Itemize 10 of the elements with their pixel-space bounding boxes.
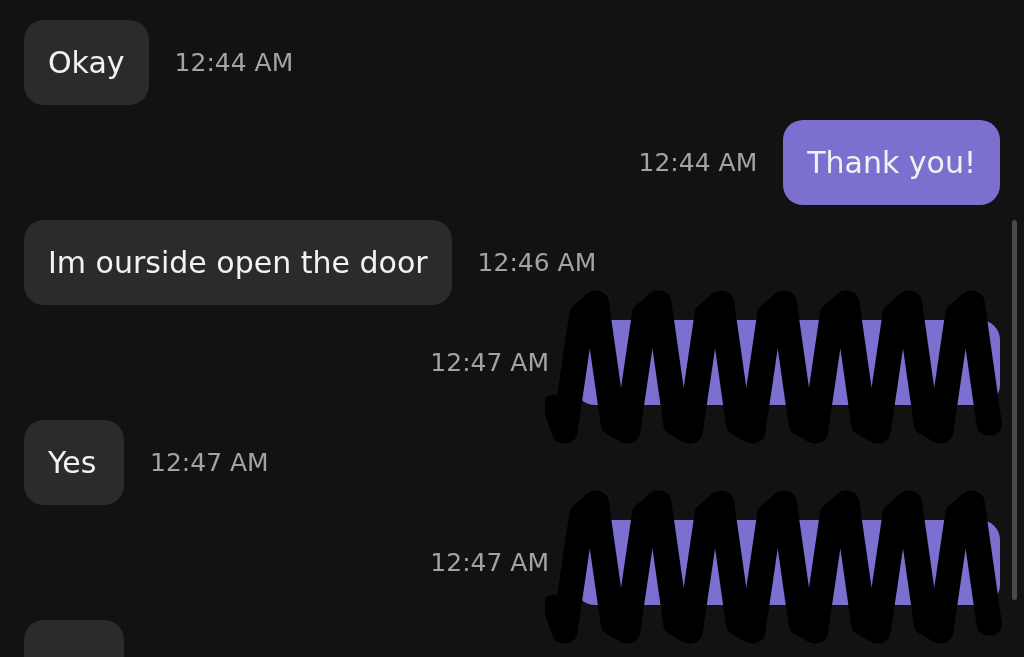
received-message-bubble: Im ourside open the door (24, 219, 452, 305)
message-time: 12:47 AM (430, 547, 549, 577)
message-time: 12:47 AM (150, 447, 269, 477)
received-message-bubble: Yes (24, 419, 124, 505)
sent-message-bubble: Thank you! (783, 119, 1000, 205)
message-time: 12:47 AM (430, 347, 549, 377)
message-time: 12:44 AM (638, 147, 758, 177)
message-time: 12:44 AM (174, 47, 294, 77)
received-message-bubble: Okay (24, 19, 149, 105)
message-time: 12:46 AM (477, 247, 597, 277)
